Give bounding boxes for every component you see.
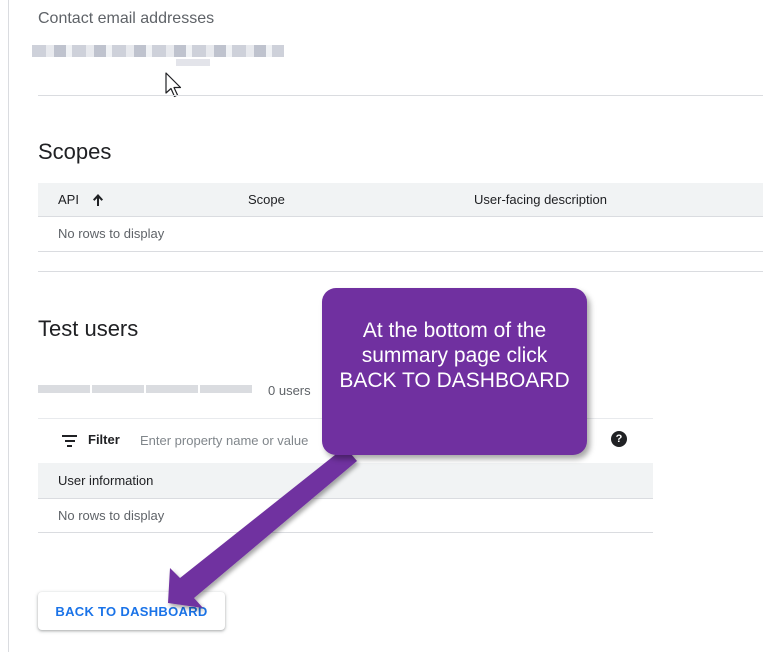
user-cap-progress-bar xyxy=(38,385,253,393)
section-divider xyxy=(38,95,763,96)
users-count: 0 users xyxy=(268,383,311,398)
redacted-email-fragment xyxy=(176,59,210,66)
users-empty-row: No rows to display xyxy=(38,499,653,533)
scopes-table-header: API Scope User-facing description xyxy=(38,183,763,217)
callout-text: At the bottom of the summary page click … xyxy=(339,319,570,392)
column-user-facing-description[interactable]: User-facing description xyxy=(474,192,607,207)
users-table-header: User information xyxy=(38,463,653,499)
left-divider xyxy=(8,0,9,652)
redacted-email xyxy=(32,45,284,57)
sort-arrow-up-icon[interactable] xyxy=(92,193,104,207)
test-users-title: Test users xyxy=(38,316,139,341)
help-icon[interactable]: ? xyxy=(611,431,627,447)
back-to-dashboard-button[interactable]: BACK TO DASHBOARD xyxy=(38,592,225,630)
filter-label: Filter xyxy=(88,432,120,447)
column-api-label: API xyxy=(58,192,79,207)
empty-message: No rows to display xyxy=(58,226,165,241)
filter-input[interactable] xyxy=(138,428,342,452)
instruction-callout: At the bottom of the summary page click … xyxy=(322,288,587,455)
scopes-empty-row: No rows to display xyxy=(38,217,763,252)
column-user-information[interactable]: User information xyxy=(58,473,153,488)
scopes-title: Scopes xyxy=(38,139,112,164)
filter-icon xyxy=(62,435,77,450)
empty-message: No rows to display xyxy=(58,508,165,523)
column-api[interactable]: API xyxy=(58,192,79,207)
oauth-consent-summary: Contact email addresses Scopes API Scope… xyxy=(0,0,763,652)
section-divider xyxy=(38,271,763,272)
contact-email-label: Contact email addresses xyxy=(38,10,215,27)
column-scope[interactable]: Scope xyxy=(248,192,285,207)
